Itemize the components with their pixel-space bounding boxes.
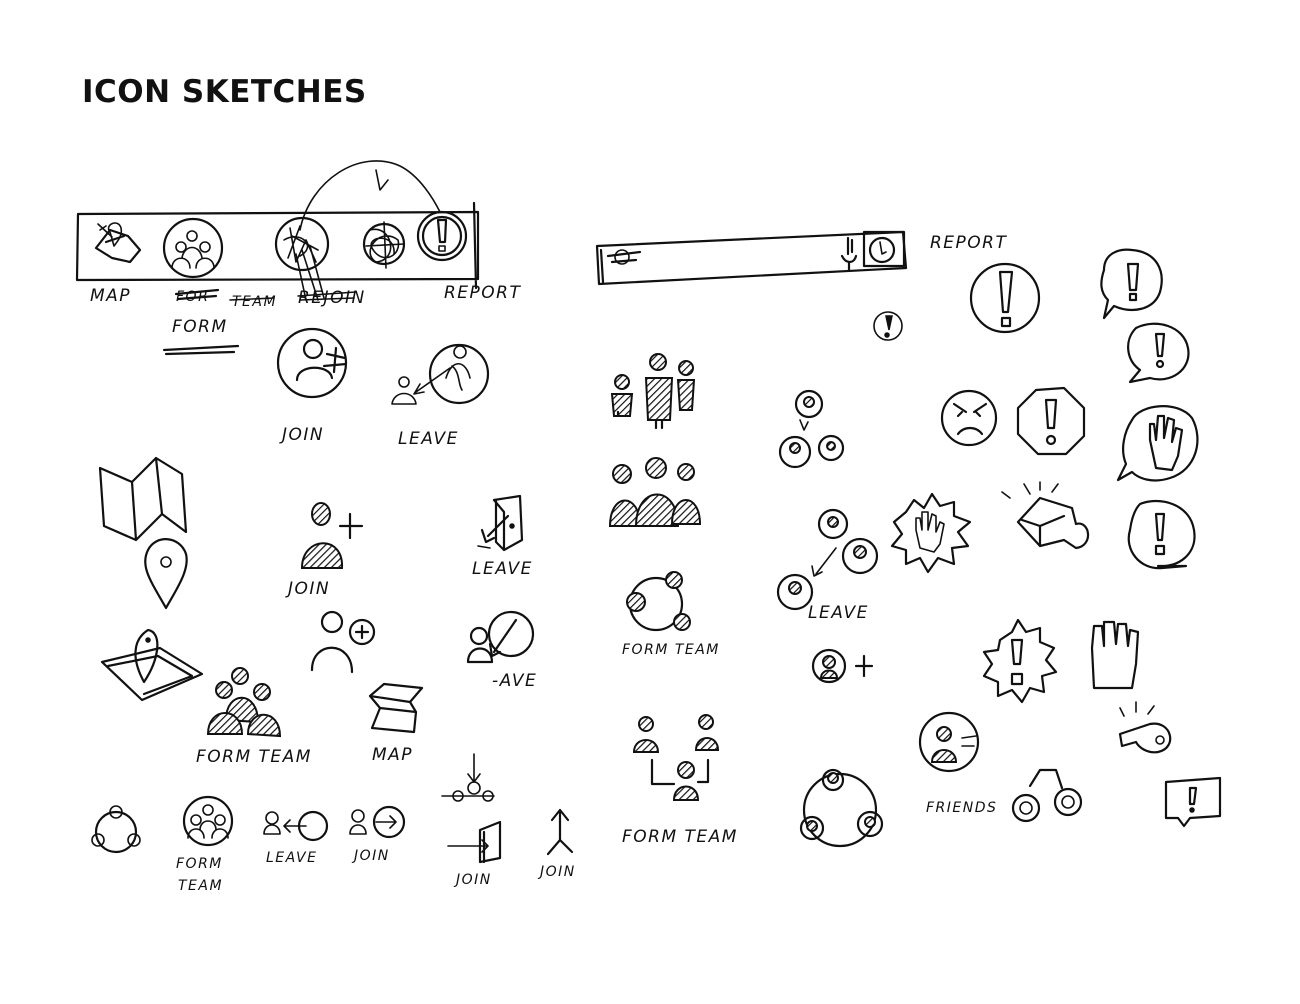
form-team-small-icon: FORM TEAM (176, 795, 234, 894)
form-team-left-label: FORM TEAM (196, 747, 312, 767)
leave-top-label: LEAVE (398, 429, 459, 449)
report-circle-icon (969, 262, 1041, 334)
leave-small-label: LEAVE (266, 850, 317, 866)
form-team-bracket-icon: FORM TEAM (622, 714, 738, 847)
location-pin-icon (144, 538, 188, 610)
join-small-label: JOIN (351, 848, 390, 864)
toolbar-label-form: FORM (172, 317, 228, 337)
leave-circle-icon: -AVE (466, 610, 537, 691)
join-door-label: JOIN (453, 872, 492, 888)
map-pin-icon (100, 628, 204, 702)
leave-mid-label: LEAVE (472, 559, 533, 579)
form-team-icon (162, 217, 224, 279)
form-team-circle-label: FORM TEAM (622, 642, 720, 658)
leave-small-icon: LEAVE (263, 810, 329, 866)
toolbar-sketch: MAP FOR TEAM FORM REJOIN REPORT (75, 160, 521, 356)
people-group-seated-icon (608, 457, 702, 527)
report-square-bubble-icon (1164, 776, 1222, 828)
leave-partial-label: -AVE (492, 671, 537, 691)
report-small-icon (862, 230, 906, 268)
report-burst-icon (982, 618, 1058, 704)
form-team-group-icon: FORM TEAM (196, 667, 312, 767)
report-octagon-icon (1016, 386, 1086, 456)
folded-map-icon (98, 456, 188, 542)
whistle-book-icon (1001, 481, 1090, 550)
join-top-sketch: JOIN (276, 327, 348, 445)
circle-team-small-icon (91, 805, 141, 854)
strike-word: FOR (176, 289, 209, 305)
report-bubble-icon-3 (1127, 499, 1196, 570)
sketch-sheet: MAP FOR TEAM FORM REJOIN REPORT REPORT J… (75, 160, 1222, 894)
circle-people-cluster-icon (778, 389, 845, 469)
microphone-icon (840, 236, 858, 272)
report-bubble-icon-1 (1100, 248, 1163, 320)
team-small-label: TEAM (178, 878, 223, 894)
glove-hand-icon (1090, 620, 1140, 690)
handcuffs-icon (1011, 768, 1083, 823)
toolbar-label-rejoin: REJOIN (298, 288, 366, 308)
join-small-icon: JOIN (349, 805, 406, 864)
toolbar-label-report: REPORT (444, 283, 521, 303)
leave-group-label: LEAVE (808, 603, 869, 623)
angry-face-icon (940, 389, 998, 447)
map-bottom-label: MAP (372, 745, 413, 765)
form-team-bottom-label: FORM TEAM (622, 827, 738, 847)
join-mid-sketch: JOIN (285, 502, 364, 599)
search-icon (606, 249, 642, 265)
map-icon (94, 222, 142, 264)
join-top-label: JOIN (279, 425, 324, 445)
team-circle-large-icon (799, 768, 884, 848)
report-icon (416, 210, 468, 262)
join-mid-label: JOIN (285, 579, 330, 599)
report-bubble-icon-2 (1127, 322, 1190, 384)
scribble-icon (362, 221, 406, 269)
leave-mid-sketch: LEAVE (472, 494, 533, 579)
join-arrow-icon: JOIN (537, 808, 576, 880)
toolbar-label-map: MAP (90, 286, 131, 306)
join-plus-icon (310, 610, 376, 674)
whistle-icon (1118, 701, 1172, 754)
strike-word-2: TEAM (232, 294, 277, 310)
join-door-icon: JOIN (447, 820, 502, 888)
report-label: REPORT (930, 233, 1007, 253)
friends-label: FRIENDS (926, 800, 997, 816)
join-network-icon (441, 753, 495, 802)
search-bar-sketch: REPORT (595, 230, 1007, 341)
friends-icon: FRIENDS (918, 711, 997, 816)
form-team-circle-icon: FORM TEAM (622, 571, 720, 658)
people-group-standing-icon (610, 353, 696, 430)
report-alert-icon (873, 311, 903, 341)
join-circle-plus-icon (811, 648, 874, 684)
hand-burst-icon (890, 492, 972, 574)
form-small-label: FORM (176, 856, 223, 872)
join-arrow-label: JOIN (537, 864, 576, 880)
leave-group-icon: LEAVE (776, 508, 879, 623)
hand-stop-bubble-icon (1116, 405, 1199, 482)
map-folded-bottom-icon: MAP (368, 682, 424, 765)
leave-top-sketch: LEAVE (391, 343, 490, 449)
